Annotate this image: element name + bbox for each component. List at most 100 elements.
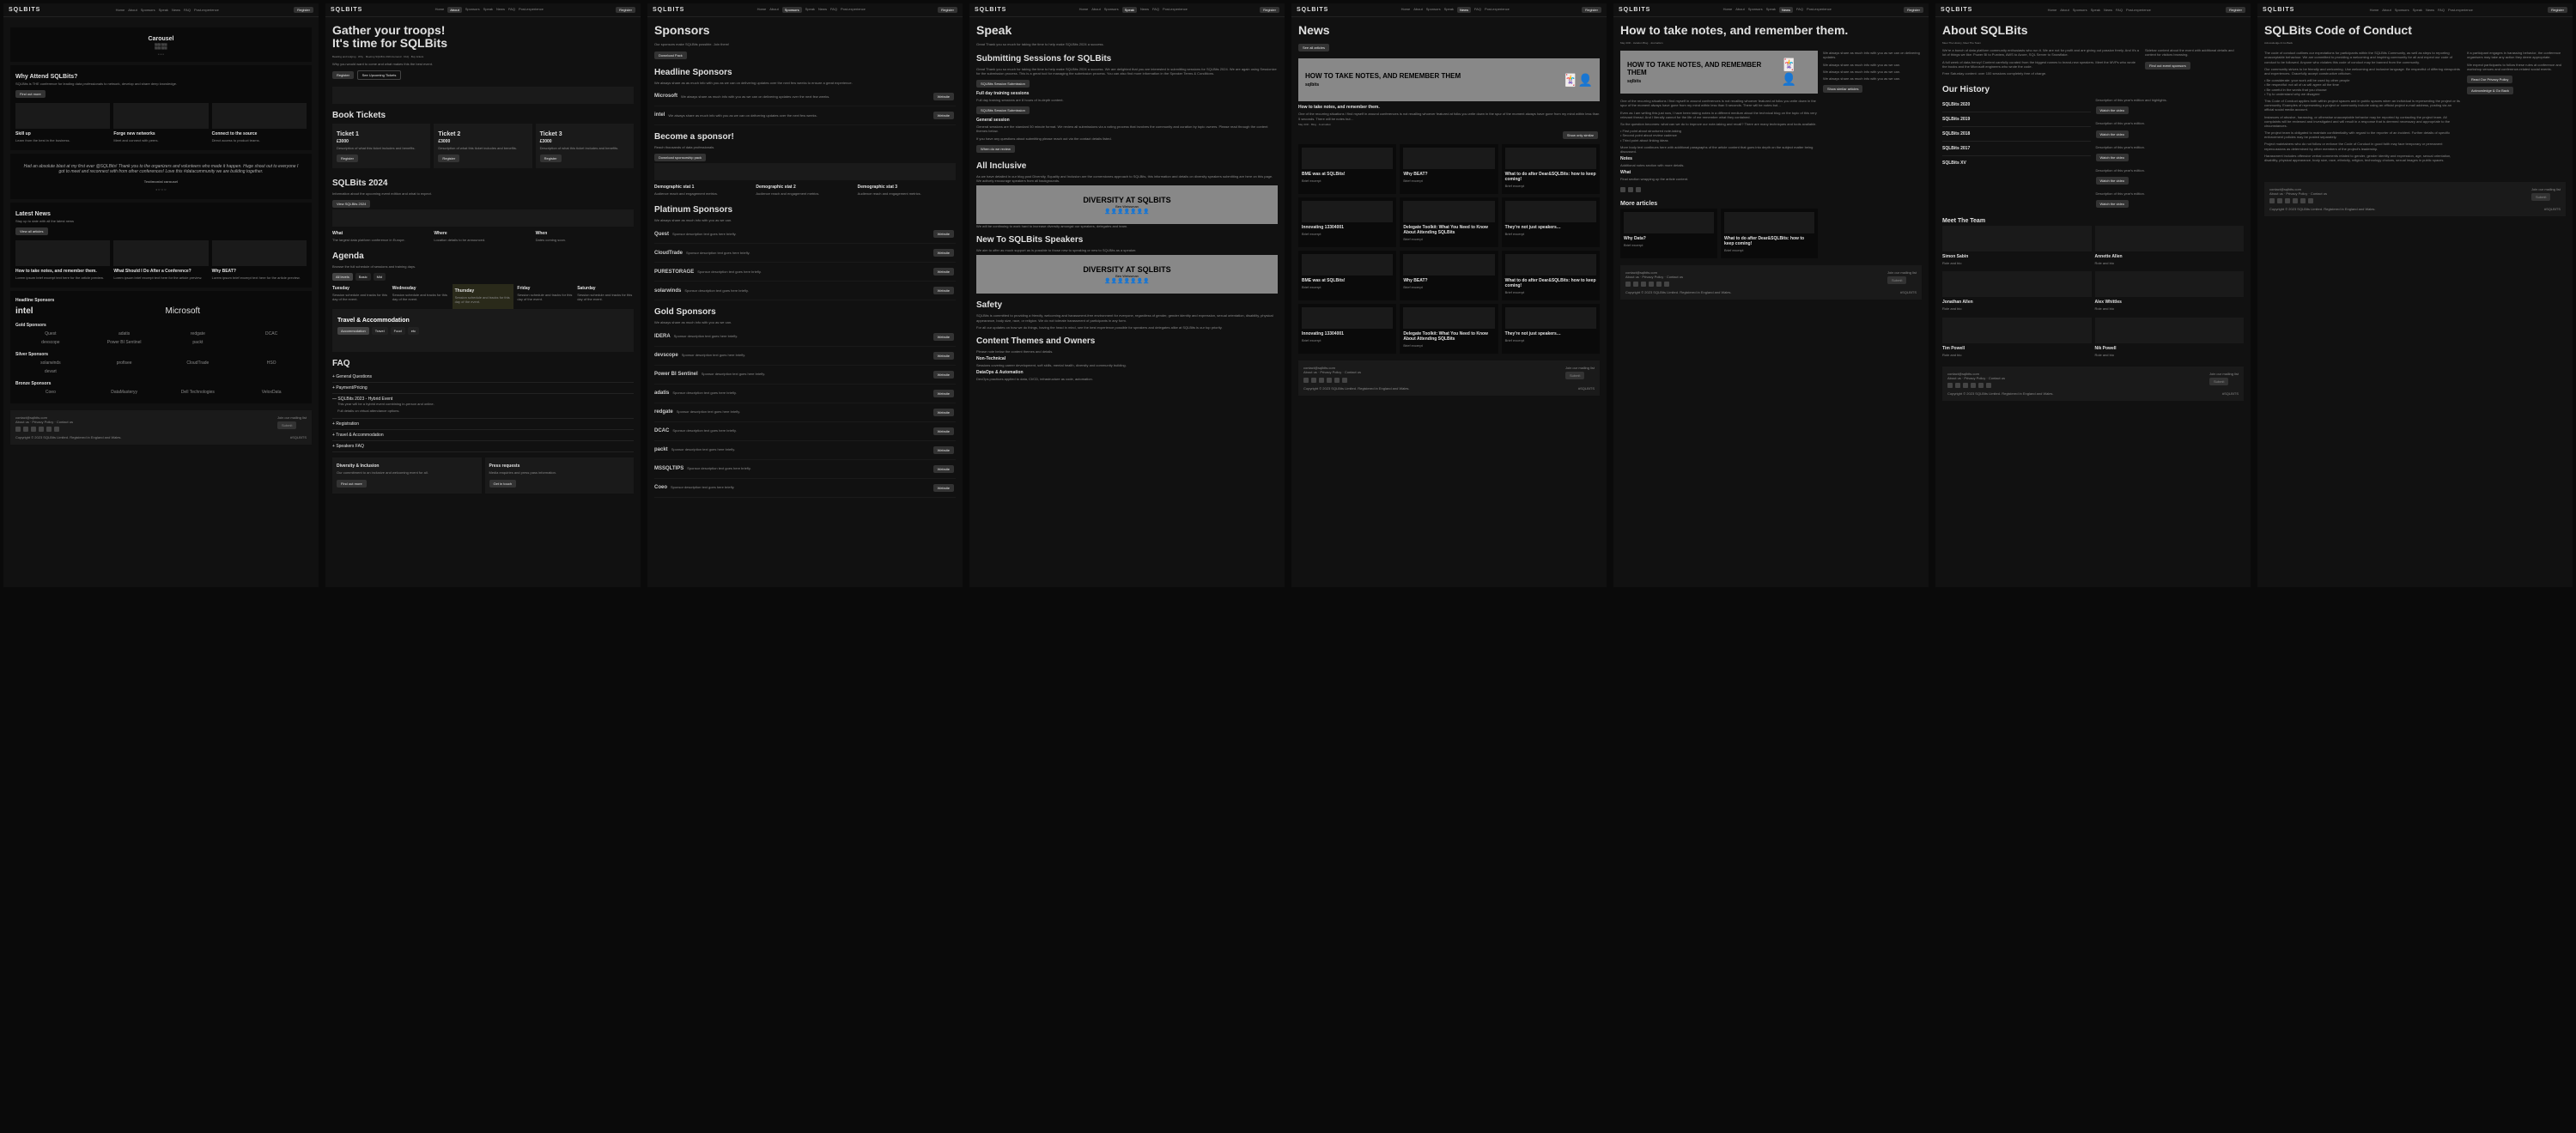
- linkedin-icon[interactable]: [39, 427, 44, 432]
- share-icon[interactable]: [1628, 187, 1633, 192]
- share-icon[interactable]: [1620, 187, 1625, 192]
- nav-faq[interactable]: FAQ: [184, 8, 191, 12]
- ticket-register-button[interactable]: Register: [540, 154, 562, 162]
- article-card[interactable]: What to do after Dear&SQLBits: how to ke…: [1502, 144, 1600, 194]
- page-title: Speak: [976, 24, 1278, 37]
- faq-item[interactable]: + Travel & Accommodation: [332, 430, 634, 441]
- nav-news[interactable]: News: [172, 8, 180, 12]
- why-button[interactable]: Find out more: [15, 90, 46, 98]
- cta-button[interactable]: Find out event sponsors: [2145, 62, 2190, 70]
- instagram-icon[interactable]: [31, 427, 36, 432]
- di-button[interactable]: Find out more: [337, 480, 367, 488]
- ticket-register-button[interactable]: Register: [337, 154, 358, 162]
- sponsor-logo[interactable]: Coeo: [15, 390, 86, 395]
- article-card[interactable]: They're not just speakers…Brief excerpt: [1502, 304, 1600, 354]
- featured-article[interactable]: HOW TO TAKE NOTES, AND REMEMBER THEMsqlb…: [1298, 58, 1600, 101]
- ticket-register-button[interactable]: Register: [438, 154, 459, 162]
- similar-button[interactable]: Show only similar: [1563, 131, 1598, 139]
- sponsor-logo[interactable]: devscope: [15, 340, 86, 345]
- diversity-image: DIVERSITY AT SQLBITS Ben Weissman 👤👤👤👤👤👤…: [976, 185, 1278, 224]
- watch-video-button[interactable]: Watch the video: [2096, 106, 2129, 114]
- travel-tab[interactable]: Food: [391, 327, 405, 335]
- sponsor-logo[interactable]: adatis: [89, 331, 160, 336]
- article-card[interactable]: They're not just speakers…Brief excerpt: [1502, 197, 1600, 247]
- sponsor-logo[interactable]: Microsoft: [654, 94, 677, 99]
- download-button[interactable]: Download Pack: [654, 52, 687, 59]
- sponsor-logo[interactable]: redgate: [163, 331, 234, 336]
- website-button[interactable]: Website: [933, 93, 954, 100]
- sponsor-logo[interactable]: devart: [15, 369, 86, 374]
- sponsor-logo[interactable]: HSO: [236, 360, 307, 366]
- sponsor-logo[interactable]: Quest: [15, 331, 86, 336]
- nav-post[interactable]: Post-experience: [194, 8, 219, 12]
- news-all-button[interactable]: View all articles: [15, 227, 48, 235]
- nav-speak[interactable]: Speak: [159, 8, 168, 12]
- sponsor-logo[interactable]: intel: [654, 112, 665, 118]
- logo[interactable]: SQLBITS: [331, 7, 362, 13]
- article-card[interactable]: Innovating 13304001Brief excerpt: [1298, 197, 1396, 247]
- sponsor-logo[interactable]: DataMasteryy: [89, 390, 160, 395]
- sponsor-logo[interactable]: Power BI Sentinel: [89, 340, 160, 345]
- sponsor-logo[interactable]: solarwinds: [15, 360, 86, 366]
- register-button[interactable]: Register: [332, 71, 354, 79]
- footer: contact@sqlbits.com About us · Privacy P…: [2264, 182, 2566, 216]
- page-about: SQLBITS Home About Sponsors Speak News F…: [325, 3, 641, 587]
- faq-item[interactable]: + Payment/Pricing: [332, 383, 634, 394]
- youtube-icon[interactable]: [54, 427, 59, 432]
- page-home: SQLBITS Home About Sponsors Speak News F…: [3, 3, 319, 587]
- sponsor-section-title: Silver Sponsors: [15, 352, 307, 357]
- agenda-tab[interactable]: Mid: [374, 273, 386, 281]
- facebook-icon[interactable]: [23, 427, 28, 432]
- travel-tab[interactable]: Travel: [372, 327, 388, 335]
- news-item[interactable]: Why BEAT?Lorem ipsum brief excerpt text …: [212, 240, 307, 282]
- article-card[interactable]: Why BEAT?Brief excerpt: [1400, 251, 1498, 300]
- travel-tab[interactable]: etc: [408, 327, 419, 335]
- faq-item[interactable]: + Registration: [332, 419, 634, 430]
- news-item[interactable]: What Should I Do After a Conference?Lore…: [113, 240, 208, 282]
- article-card[interactable]: Delegate Toolkit: What You Need to Know …: [1400, 304, 1498, 354]
- similar-button[interactable]: Show similar articles: [1823, 85, 1862, 93]
- sponsor-logo[interactable]: profisee: [89, 360, 160, 366]
- register-button[interactable]: Register: [294, 7, 313, 13]
- view-year-button[interactable]: View SQLBits 2024: [332, 200, 370, 208]
- agenda-tab[interactable]: All levels: [332, 273, 353, 281]
- twitter-icon[interactable]: [46, 427, 52, 432]
- featured-link[interactable]: How to take notes, and remember them.: [1298, 105, 1600, 110]
- faq-item[interactable]: + General Questions: [332, 372, 634, 383]
- logo[interactable]: SQLBITS: [9, 7, 40, 13]
- all-articles-button[interactable]: See all articles: [1298, 44, 1329, 52]
- acknowledge-button[interactable]: Acknowledge & Go Back: [2467, 87, 2513, 94]
- tickets-button[interactable]: See Upcoming Tickets: [357, 70, 402, 80]
- submit-button[interactable]: SQLBits Session Submission: [976, 80, 1030, 88]
- sponsor-logo[interactable]: intel: [15, 306, 157, 316]
- agenda-tab[interactable]: Basic: [355, 273, 371, 281]
- nav-about[interactable]: About: [128, 8, 137, 12]
- sponsor-logo[interactable]: Microsoft: [166, 306, 307, 316]
- become-button[interactable]: Download sponsorship pack: [654, 154, 706, 161]
- press-button[interactable]: Get in touch: [489, 480, 517, 488]
- team-member: Nik PowellRole and bio: [2095, 318, 2245, 360]
- article-card[interactable]: Innovating 13304001Brief excerpt: [1298, 304, 1396, 354]
- website-button[interactable]: Website: [933, 112, 954, 119]
- sponsor-logo[interactable]: packt: [163, 340, 234, 345]
- article-card[interactable]: Delegate Toolkit: What You Need to Know …: [1400, 197, 1498, 247]
- sponsor-logo[interactable]: CloudTrade: [163, 360, 234, 366]
- article-card[interactable]: What to do after Dear&SQLBits: how to ke…: [1502, 251, 1600, 300]
- article-card[interactable]: BME was at SQLBits!Brief excerpt: [1298, 251, 1396, 300]
- privacy-button[interactable]: Read Our Privacy Policy: [2467, 76, 2512, 83]
- nav-sponsors[interactable]: Sponsors: [141, 8, 155, 12]
- sponsor-logo[interactable]: Dell Technologies: [163, 390, 234, 395]
- faq-item[interactable]: — SQLBits 2023 - Hybrid Event This year …: [332, 394, 634, 419]
- nav-home[interactable]: Home: [116, 8, 125, 12]
- rss-icon[interactable]: [15, 427, 21, 432]
- carousel[interactable]: Carousel ⬛⬛⬛⬛⬛⬛⬛⬛ • • • •: [10, 27, 312, 62]
- news-item[interactable]: How to take notes, and remember them.Lor…: [15, 240, 110, 282]
- sponsor-logo[interactable]: DCAC: [236, 331, 307, 336]
- share-icon[interactable]: [1636, 187, 1641, 192]
- sponsor-logo[interactable]: VeloxData: [236, 390, 307, 395]
- article-card[interactable]: Why BEAT?Brief excerpt: [1400, 144, 1498, 194]
- faq-item[interactable]: + Speakers FAQ: [332, 441, 634, 452]
- travel-tab[interactable]: Accommodation: [337, 327, 369, 335]
- submit-button[interactable]: Submit: [277, 421, 296, 429]
- article-card[interactable]: BME was at SQLBits!Brief excerpt: [1298, 144, 1396, 194]
